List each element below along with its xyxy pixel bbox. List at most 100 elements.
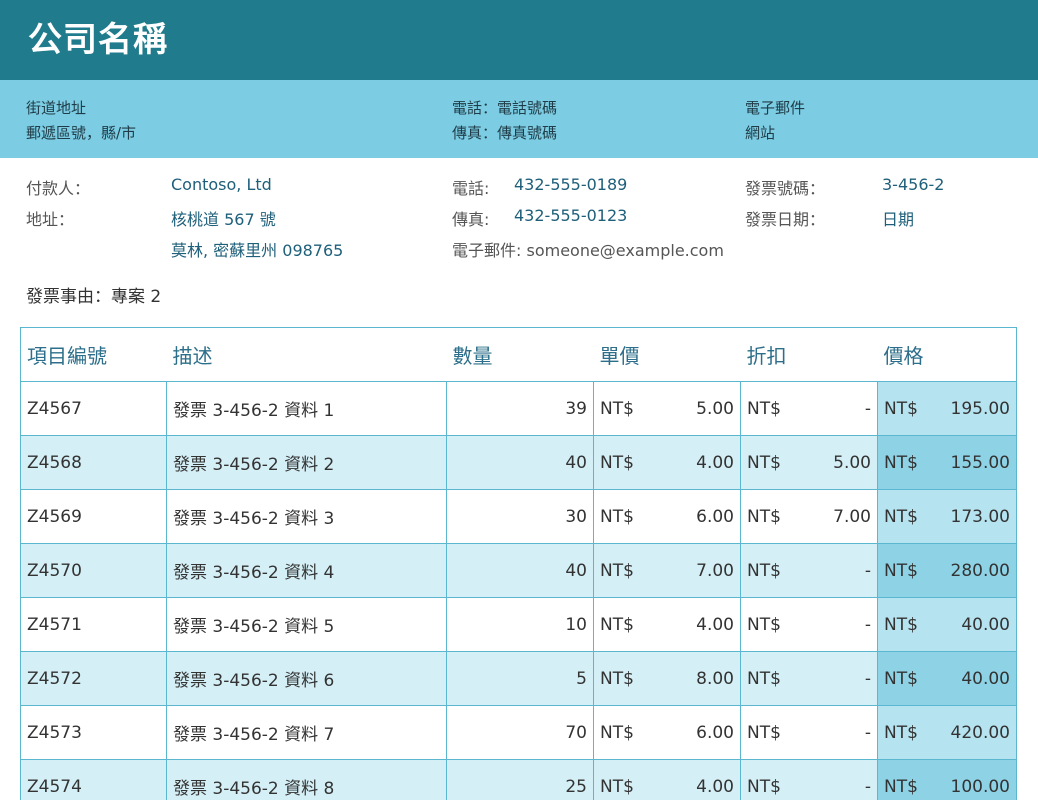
header-quantity: 數量 [446,327,594,382]
currency-symbol: NT$ [600,776,634,797]
fax-label: 傳真: [452,210,490,229]
cell-price: NT$ 40.00 [877,651,1017,706]
table-row: Z4569 發票 3-456-2 資料 3 30 NT$ 6.00 NT$ 7.00 NT$ 1… [20,489,1017,544]
currency-symbol: NT$ [747,560,781,581]
currency-symbol: NT$ [884,452,918,473]
price-value: 155.00 [950,452,1010,473]
cell-description: 發票 3-456-2 資料 3 [166,489,447,544]
cell-discount: NT$ - [740,705,878,760]
currency-symbol: NT$ [884,560,918,581]
table-body: Z4567 發票 3-456-2 資料 1 39 NT$ 5.00 NT$ - NT$ 195.… [20,381,1017,800]
cell-item-number: Z4567 [20,381,167,436]
unit-price-value: 4.00 [696,614,734,635]
table-header-row: 項目編號 描述 數量 單價 折扣 價格 [20,327,1017,382]
cell-quantity: 40 [446,543,594,598]
price-value: 40.00 [961,614,1010,635]
unit-price-value: 6.00 [696,506,734,527]
currency-symbol: NT$ [884,776,918,797]
currency-symbol: NT$ [747,668,781,689]
cell-unit-price: NT$ 4.00 [593,759,741,800]
company-name: 公司名稱 [28,20,168,60]
cell-item-number: Z4572 [20,651,167,706]
cell-discount: NT$ 5.00 [740,435,878,490]
cell-description: 發票 3-456-2 資料 2 [166,435,447,490]
cell-quantity: 30 [446,489,594,544]
price-value: 420.00 [950,722,1010,743]
discount-value: - [864,722,871,743]
cell-item-number: Z4574 [20,759,167,800]
currency-symbol: NT$ [884,722,918,743]
cell-unit-price: NT$ 5.00 [593,381,741,436]
currency-symbol: NT$ [600,722,634,743]
cell-unit-price: NT$ 8.00 [593,651,741,706]
invoice-reason: 發票事由：專案 2 [26,287,162,307]
price-value: 40.00 [961,668,1010,689]
price-value: 100.00 [950,776,1010,797]
price-value: 173.00 [950,506,1010,527]
discount-value: - [864,776,871,797]
currency-symbol: NT$ [600,614,634,635]
table-row: Z4572 發票 3-456-2 資料 6 5 NT$ 8.00 NT$ - NT$ 40.00 [20,651,1017,706]
currency-symbol: NT$ [747,776,781,797]
cell-price: NT$ 155.00 [877,435,1017,490]
cell-price: NT$ 173.00 [877,489,1017,544]
discount-value: - [864,668,871,689]
currency-symbol: NT$ [600,506,634,527]
cell-unit-price: NT$ 7.00 [593,543,741,598]
unit-price-value: 7.00 [696,560,734,581]
cell-quantity: 5 [446,651,594,706]
cell-discount: NT$ - [740,543,878,598]
currency-symbol: NT$ [747,398,781,419]
company-phone: 電話：電話號碼 [452,99,558,117]
invoice-items-table: 項目編號 描述 數量 單價 折扣 價格 Z4567 發票 3-456-2 資料 1… [20,327,1017,800]
cell-quantity: 70 [446,705,594,760]
table-row: Z4567 發票 3-456-2 資料 1 39 NT$ 5.00 NT$ - NT$ 195.… [20,381,1017,436]
fax-value: 432-555-0123 [514,206,628,225]
table-row: Z4574 發票 3-456-2 資料 8 25 NT$ 4.00 NT$ - NT$ 100.… [20,759,1017,800]
company-fax: 傳真：傳真號碼 [452,124,558,142]
table-row: Z4571 發票 3-456-2 資料 5 10 NT$ 4.00 NT$ - NT$ 40.0… [20,597,1017,652]
cell-price: NT$ 195.00 [877,381,1017,436]
cell-item-number: Z4569 [20,489,167,544]
cell-discount: NT$ 7.00 [740,489,878,544]
price-value: 195.00 [950,398,1010,419]
cell-quantity: 10 [446,597,594,652]
currency-symbol: NT$ [600,452,634,473]
currency-symbol: NT$ [884,506,918,527]
cell-discount: NT$ - [740,759,878,800]
unit-price-value: 4.00 [696,452,734,473]
currency-symbol: NT$ [747,452,781,473]
email-line: 電子郵件: someone@example.com [452,241,724,260]
cell-item-number: Z4571 [20,597,167,652]
currency-symbol: NT$ [884,398,918,419]
cell-price: NT$ 280.00 [877,543,1017,598]
table-row: Z4573 發票 3-456-2 資料 7 70 NT$ 6.00 NT$ - NT$ 420.… [20,705,1017,760]
cell-quantity: 39 [446,381,594,436]
cell-description: 發票 3-456-2 資料 5 [166,597,447,652]
cell-discount: NT$ - [740,381,878,436]
cell-price: NT$ 420.00 [877,705,1017,760]
company-info-bar: 街道地址 郵遞區號，縣/市 電話：電話號碼 傳真：傳真號碼 電子郵件 網站 [0,80,1038,158]
currency-symbol: NT$ [747,722,781,743]
cell-item-number: Z4570 [20,543,167,598]
company-website: 網站 [745,124,776,142]
phone-value: 432-555-0189 [514,175,628,194]
invoice-date-value: 日期 [882,210,915,229]
cell-price: NT$ 40.00 [877,597,1017,652]
currency-symbol: NT$ [747,614,781,635]
address-line1: 核桃道 567 號 [171,210,276,229]
header-bar: 公司名稱 [0,0,1038,80]
cell-description: 發票 3-456-2 資料 6 [166,651,447,706]
cell-price: NT$ 100.00 [877,759,1017,800]
header-discount: 折扣 [740,327,878,382]
cell-unit-price: NT$ 4.00 [593,597,741,652]
unit-price-value: 4.00 [696,776,734,797]
cell-description: 發票 3-456-2 資料 8 [166,759,447,800]
table-row: Z4568 發票 3-456-2 資料 2 40 NT$ 4.00 NT$ 5.00 NT$ 1… [20,435,1017,490]
cell-description: 發票 3-456-2 資料 1 [166,381,447,436]
currency-symbol: NT$ [600,398,634,419]
cell-item-number: Z4573 [20,705,167,760]
cell-quantity: 25 [446,759,594,800]
price-value: 280.00 [950,560,1010,581]
discount-value: - [864,398,871,419]
